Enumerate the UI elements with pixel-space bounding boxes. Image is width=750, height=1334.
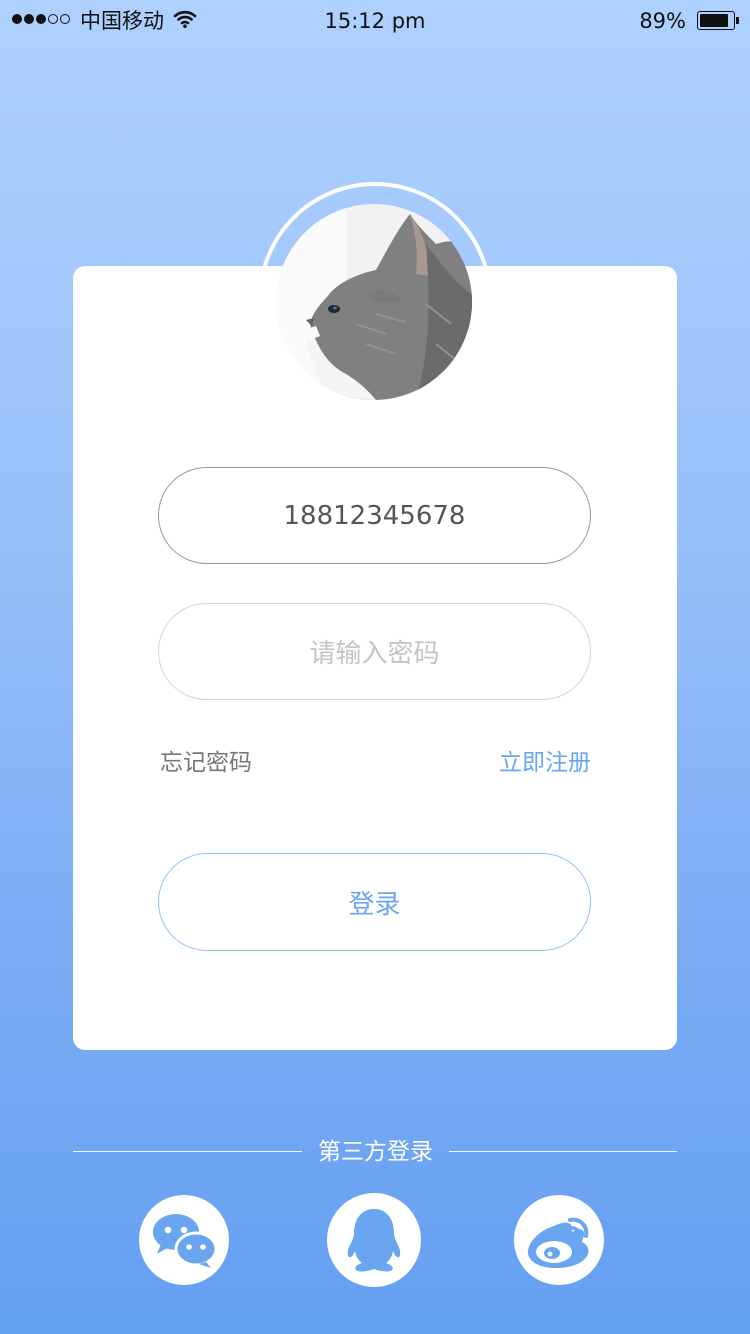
avatar[interactable] (276, 204, 472, 400)
weibo-login-button[interactable] (514, 1195, 604, 1285)
divider-left (73, 1151, 302, 1152)
qq-login-button[interactable] (327, 1193, 421, 1287)
divider-right (449, 1151, 677, 1152)
battery-icon (697, 11, 739, 30)
weibo-icon (528, 1217, 589, 1268)
status-time: 15:12 pm (324, 9, 426, 33)
status-bar: 中国移动 15:12 pm 89% (0, 0, 750, 40)
phone-input[interactable]: 18812345678 (158, 467, 591, 564)
wechat-icon (153, 1214, 217, 1268)
login-button-label: 登录 (348, 889, 401, 920)
register-link[interactable]: 立即注册 (499, 748, 591, 778)
cat-avatar-image (276, 204, 472, 400)
password-input[interactable]: 请输入密码 (158, 603, 591, 700)
third-party-login-label: 第三方登录 (318, 1139, 433, 1165)
forgot-password-link[interactable]: 忘记密码 (160, 748, 252, 778)
battery-percentage: 89% (639, 9, 686, 33)
login-button[interactable]: 登录 (158, 853, 591, 951)
password-placeholder: 请输入密码 (309, 639, 440, 669)
wechat-login-button[interactable] (139, 1195, 229, 1285)
qq-icon (347, 1209, 401, 1272)
phone-value: 18812345678 (283, 500, 466, 531)
